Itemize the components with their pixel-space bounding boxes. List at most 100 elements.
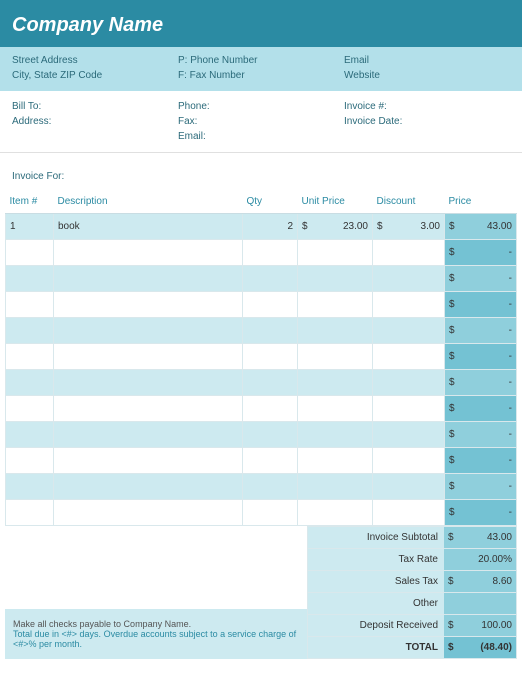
street-address: Street Address — [12, 53, 178, 68]
col-unit-price: Unit Price — [298, 190, 373, 214]
invoice-number-label: Invoice #: — [344, 99, 510, 114]
table-row: $- — [6, 240, 517, 266]
table-cell[interactable] — [6, 344, 54, 370]
table-cell[interactable] — [373, 344, 445, 370]
table-cell[interactable]: $- — [445, 474, 517, 500]
table-cell[interactable] — [6, 422, 54, 448]
table-cell[interactable] — [6, 370, 54, 396]
table-header-row: Item # Description Qty Unit Price Discou… — [6, 190, 517, 214]
table-cell[interactable]: $- — [445, 370, 517, 396]
table-cell[interactable] — [298, 318, 373, 344]
table-cell[interactable] — [6, 292, 54, 318]
col-price: Price — [445, 190, 517, 214]
table-cell[interactable] — [298, 396, 373, 422]
table-cell[interactable] — [54, 370, 243, 396]
table-cell[interactable] — [298, 448, 373, 474]
deposit-value[interactable]: $100.00 — [444, 615, 516, 636]
table-cell[interactable] — [6, 396, 54, 422]
table-cell[interactable]: $23.00 — [298, 214, 373, 240]
table-cell[interactable] — [243, 422, 298, 448]
table-row: $- — [6, 422, 517, 448]
subtotal-value[interactable]: $43.00 — [444, 527, 516, 548]
footer-notes: Make all checks payable to Company Name.… — [5, 609, 307, 659]
other-value[interactable] — [444, 593, 516, 614]
table-cell[interactable] — [54, 422, 243, 448]
table-cell[interactable]: $- — [445, 396, 517, 422]
table-cell[interactable]: 1 — [6, 214, 54, 240]
table-cell[interactable] — [243, 318, 298, 344]
table-cell[interactable] — [298, 474, 373, 500]
table-cell[interactable] — [54, 240, 243, 266]
col-qty: Qty — [243, 190, 298, 214]
table-cell[interactable] — [54, 292, 243, 318]
col-discount: Discount — [373, 190, 445, 214]
table-cell[interactable] — [243, 474, 298, 500]
table-cell[interactable] — [54, 396, 243, 422]
table-cell[interactable] — [298, 292, 373, 318]
table-cell[interactable] — [373, 448, 445, 474]
table-row: 1book2$23.00$3.00$43.00 — [6, 214, 517, 240]
company-header: Company Name — [0, 0, 522, 47]
table-cell[interactable] — [54, 500, 243, 526]
table-cell[interactable] — [6, 318, 54, 344]
table-cell[interactable]: $- — [445, 292, 517, 318]
table-cell[interactable]: $43.00 — [445, 214, 517, 240]
table-cell[interactable] — [54, 318, 243, 344]
table-cell[interactable] — [298, 370, 373, 396]
table-cell[interactable] — [373, 318, 445, 344]
table-cell[interactable]: $- — [445, 240, 517, 266]
taxrate-value[interactable]: 20.00% — [444, 549, 516, 570]
table-cell[interactable] — [243, 292, 298, 318]
table-cell[interactable]: $- — [445, 344, 517, 370]
table-cell[interactable] — [298, 344, 373, 370]
table-cell[interactable] — [54, 344, 243, 370]
table-cell[interactable] — [373, 266, 445, 292]
phone-number: P: Phone Number — [178, 53, 344, 68]
billto-label: Bill To: — [12, 99, 178, 114]
table-cell[interactable] — [54, 266, 243, 292]
company-name: Company Name — [12, 14, 163, 36]
table-cell[interactable] — [6, 448, 54, 474]
table-row: $- — [6, 344, 517, 370]
table-cell[interactable] — [298, 266, 373, 292]
total-label: TOTAL — [308, 637, 444, 658]
table-cell[interactable]: $3.00 — [373, 214, 445, 240]
address-label: Address: — [12, 114, 178, 129]
table-cell[interactable]: $- — [445, 422, 517, 448]
footer-line2: Total due in <#> days. Overdue accounts … — [13, 629, 299, 649]
table-cell[interactable] — [243, 448, 298, 474]
table-cell[interactable]: book — [54, 214, 243, 240]
table-cell[interactable] — [373, 474, 445, 500]
table-cell[interactable] — [298, 240, 373, 266]
table-cell[interactable]: $- — [445, 448, 517, 474]
table-cell[interactable] — [243, 344, 298, 370]
table-cell[interactable]: $- — [445, 500, 517, 526]
col-description: Description — [54, 190, 243, 214]
table-cell[interactable]: $- — [445, 266, 517, 292]
salestax-value[interactable]: $8.60 — [444, 571, 516, 592]
table-cell[interactable] — [373, 500, 445, 526]
table-row: $- — [6, 448, 517, 474]
table-cell[interactable] — [243, 500, 298, 526]
table-row: $- — [6, 500, 517, 526]
table-cell[interactable] — [6, 240, 54, 266]
table-cell[interactable] — [243, 370, 298, 396]
table-cell[interactable] — [6, 266, 54, 292]
table-cell[interactable] — [298, 500, 373, 526]
table-cell[interactable] — [243, 240, 298, 266]
table-cell[interactable] — [373, 396, 445, 422]
table-cell[interactable] — [373, 240, 445, 266]
table-cell[interactable] — [373, 292, 445, 318]
table-cell[interactable] — [54, 448, 243, 474]
table-cell[interactable] — [6, 474, 54, 500]
table-cell[interactable] — [54, 474, 243, 500]
table-cell[interactable] — [373, 370, 445, 396]
table-cell[interactable] — [243, 396, 298, 422]
table-cell[interactable]: $- — [445, 318, 517, 344]
table-cell[interactable] — [243, 266, 298, 292]
table-cell[interactable] — [298, 422, 373, 448]
table-cell[interactable] — [6, 500, 54, 526]
table-cell[interactable]: 2 — [243, 214, 298, 240]
col-item: Item # — [6, 190, 54, 214]
table-cell[interactable] — [373, 422, 445, 448]
